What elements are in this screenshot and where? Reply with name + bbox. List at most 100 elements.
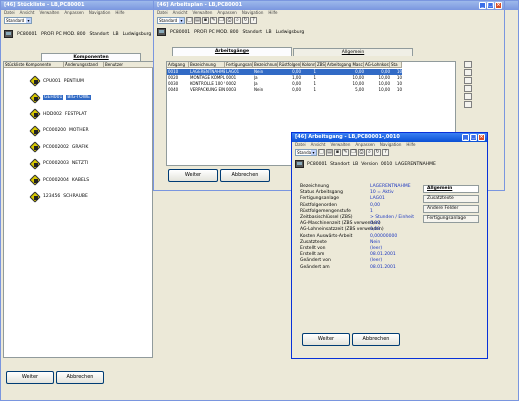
field-value[interactable]: 08.01.2001 bbox=[370, 265, 396, 270]
field-value[interactable]: (leer) bbox=[370, 258, 382, 263]
tree-item[interactable]: HDD002 FESTPLAT bbox=[30, 109, 87, 119]
side-tab-button[interactable]: Zusatztexte bbox=[423, 195, 479, 203]
edit-icon[interactable]: ✎ bbox=[342, 149, 349, 156]
column-header[interactable]: Sta bbox=[390, 62, 402, 68]
column-header[interactable]: AG-Lohnkosten bbox=[364, 62, 390, 68]
maximize-button[interactable]: □ bbox=[487, 2, 494, 9]
edit-icon[interactable]: ✎ bbox=[210, 17, 217, 24]
menu-hilfe[interactable]: Hilfe bbox=[268, 10, 277, 15]
arbeitsgang-abbrechen-button[interactable]: Abbrechen bbox=[352, 333, 400, 346]
col-benutzer[interactable]: Benutzer bbox=[104, 62, 154, 68]
side-tool-icon[interactable] bbox=[464, 93, 472, 100]
menu-verwalten[interactable]: Verwalten bbox=[39, 10, 59, 15]
save-icon[interactable]: ▪ bbox=[202, 17, 209, 24]
field-value[interactable]: 08.01.2001 bbox=[370, 252, 396, 257]
column-header[interactable]: Arbgang bbox=[167, 62, 189, 68]
tree-item[interactable]: GEH001 BIG-TOWE bbox=[30, 93, 92, 103]
field-value[interactable]: Nein bbox=[370, 240, 380, 245]
tab-allgemein[interactable]: Allgemein bbox=[293, 48, 413, 56]
field-value[interactable]: 0,00 bbox=[370, 221, 380, 226]
refresh-icon[interactable]: ↻ bbox=[242, 17, 249, 24]
menu-anpassen[interactable]: Anpassen bbox=[217, 10, 236, 15]
menu-navigation[interactable]: Navigation bbox=[242, 10, 264, 15]
column-header[interactable]: Rüstfolgen bbox=[278, 62, 301, 68]
side-tool-icon[interactable] bbox=[464, 61, 472, 68]
arbeitsgang-weiter-button[interactable]: Weiter bbox=[302, 333, 350, 346]
side-tool-icon[interactable] bbox=[464, 85, 472, 92]
field-value[interactable]: LAGERENTNAHME bbox=[370, 184, 411, 189]
copy-icon[interactable]: ❐ bbox=[350, 149, 357, 156]
arbeitsplan-titlebar[interactable]: [46] Arbeitsplan - LB,PC80001 _ □ × bbox=[154, 1, 504, 10]
view-select[interactable]: Standard ▾ bbox=[4, 17, 32, 24]
col-komponente[interactable]: Stückliste Komponente bbox=[4, 62, 64, 68]
menu-datei[interactable]: Datei bbox=[4, 10, 15, 15]
tree-item[interactable]: PC0002003 NETZTI bbox=[30, 159, 88, 169]
new-icon[interactable]: □ bbox=[186, 17, 193, 24]
column-header[interactable]: ZBS bbox=[316, 62, 326, 68]
open-icon[interactable]: ▤ bbox=[326, 149, 333, 156]
menu-ansicht[interactable]: Ansicht bbox=[20, 10, 35, 15]
field-value[interactable]: 0,00 bbox=[370, 203, 380, 208]
maximize-button[interactable]: □ bbox=[470, 134, 477, 141]
menu-verwalten[interactable]: Verwalten bbox=[330, 142, 350, 147]
table-row[interactable]: 0040 VERPACKUNG EINZEL0003 Nein 0,00 1 5,00 10… bbox=[167, 87, 402, 93]
col-aenderungsstand[interactable]: Änderungsstand bbox=[64, 62, 104, 68]
close-button[interactable]: × bbox=[478, 134, 485, 141]
menu-anpassen[interactable]: Anpassen bbox=[64, 10, 83, 15]
menu-navigation[interactable]: Navigation bbox=[89, 10, 111, 15]
tab-arbeitsgaenge[interactable]: Arbeitsgänge bbox=[172, 47, 292, 56]
open-icon[interactable]: ▤ bbox=[194, 17, 201, 24]
field-value[interactable]: (leer) bbox=[370, 246, 382, 251]
column-header[interactable]: Kolonne bbox=[301, 62, 316, 68]
copy-icon[interactable]: ❐ bbox=[218, 17, 225, 24]
side-tab-button[interactable]: Allgemein bbox=[423, 185, 479, 193]
field-value[interactable]: 0,00 bbox=[370, 227, 380, 232]
new-icon[interactable]: □ bbox=[318, 149, 325, 156]
tree-item[interactable]: CPU001 PENTIUM bbox=[30, 76, 84, 86]
close-button[interactable]: × bbox=[495, 2, 502, 9]
help-icon[interactable]: ? bbox=[250, 17, 257, 24]
save-icon[interactable]: ▪ bbox=[334, 149, 341, 156]
menu-datei[interactable]: Datei bbox=[157, 10, 168, 15]
menu-ansicht[interactable]: Ansicht bbox=[311, 142, 326, 147]
arbeitsgang-titlebar[interactable]: [46] Arbeitsgang - LB,PC80001-,0010 _ □ … bbox=[292, 133, 487, 142]
tree-item[interactable]: 123456 SCHRAUBE bbox=[30, 192, 88, 202]
menu-datei[interactable]: Datei bbox=[295, 142, 306, 147]
arbeitsplan-weiter-button[interactable]: Weiter bbox=[168, 169, 218, 182]
menu-navigation[interactable]: Navigation bbox=[380, 142, 402, 147]
field-value[interactable]: LAG01 bbox=[370, 196, 385, 201]
side-tool-icon[interactable] bbox=[464, 77, 472, 84]
refresh-icon[interactable]: ↻ bbox=[374, 149, 381, 156]
print-icon[interactable]: ⎙ bbox=[358, 149, 365, 156]
field-value[interactable]: 10 = Aktiv bbox=[370, 190, 394, 195]
menu-hilfe[interactable]: Hilfe bbox=[406, 142, 415, 147]
column-header[interactable]: Bezeichnungen bbox=[253, 62, 278, 68]
print-icon[interactable]: ⎙ bbox=[226, 17, 233, 24]
search-icon[interactable]: ⌕ bbox=[366, 149, 373, 156]
arbeitsplan-abbrechen-button[interactable]: Abbrechen bbox=[220, 169, 270, 182]
tree-item[interactable]: PC0002002 GRAFIK bbox=[30, 142, 88, 152]
side-tab-button[interactable]: Andere Felder bbox=[423, 205, 479, 213]
side-tool-icon[interactable] bbox=[464, 69, 472, 76]
main-weiter-button[interactable]: Weiter bbox=[6, 371, 54, 384]
field-value[interactable]: 1 bbox=[370, 209, 373, 214]
column-header[interactable]: Bezeichnung bbox=[189, 62, 225, 68]
field-value[interactable]: 0,00000000 bbox=[370, 234, 397, 239]
column-header[interactable]: Fertigungsanlage bbox=[225, 62, 253, 68]
menu-hilfe[interactable]: Hilfe bbox=[115, 10, 124, 15]
column-header[interactable]: Arbeitsgang Maschine bbox=[326, 62, 364, 68]
search-icon[interactable]: ⌕ bbox=[234, 17, 241, 24]
menu-ansicht[interactable]: Ansicht bbox=[173, 10, 188, 15]
field-value[interactable]: > Stunden / Einheit bbox=[370, 215, 414, 220]
menu-anpassen[interactable]: Anpassen bbox=[355, 142, 374, 147]
minimize-button[interactable]: _ bbox=[479, 2, 486, 9]
view-select[interactable]: Standard ▾ bbox=[157, 17, 185, 24]
minimize-button[interactable]: _ bbox=[462, 134, 469, 141]
tree-item[interactable]: PC0002004 KABELS bbox=[30, 175, 89, 185]
view-select[interactable]: Standard ▾ bbox=[295, 149, 317, 156]
side-tab-button[interactable]: Fertigungsanlage bbox=[423, 215, 479, 223]
main-abbrechen-button[interactable]: Abbrechen bbox=[56, 371, 104, 384]
menu-verwalten[interactable]: Verwalten bbox=[192, 10, 212, 15]
help-icon[interactable]: ? bbox=[382, 149, 389, 156]
side-tool-icon[interactable] bbox=[464, 101, 472, 108]
